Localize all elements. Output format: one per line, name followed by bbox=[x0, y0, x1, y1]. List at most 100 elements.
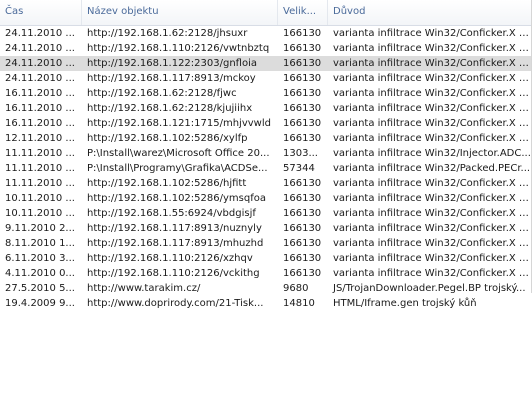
cell-time: 24.11.2010 ... bbox=[5, 73, 75, 84]
cell-time: 11.11.2010 ... bbox=[5, 163, 75, 174]
table-row[interactable]: 6.11.2010 3... http://192.168.1.110:2126/… bbox=[0, 251, 531, 266]
cell-size: 166130 bbox=[283, 103, 322, 114]
cell-object-name: http://192.168.1.117:8913/nuznyly bbox=[87, 223, 262, 234]
cell-size: 166130 bbox=[283, 88, 322, 99]
cell-time: 4.11.2010 0... bbox=[5, 268, 75, 279]
cell-time: 10.11.2010 ... bbox=[5, 193, 75, 204]
cell-size: 166130 bbox=[283, 253, 322, 264]
table-row[interactable]: 11.11.2010 ... P:\Install\warez\Microsoft… bbox=[0, 146, 531, 161]
cell-object-name: http://192.168.1.102:5286/xylfp bbox=[87, 133, 248, 144]
table-row[interactable]: 16.11.2010 ... http://192.168.1.62:2128/f… bbox=[0, 86, 531, 101]
table-row[interactable]: 24.11.2010 ... http://192.168.1.117:8913/… bbox=[0, 71, 531, 86]
cell-time: 11.11.2010 ... bbox=[5, 148, 75, 159]
cell-object-name: http://www.doprirody.com/21-Tisk... bbox=[87, 298, 264, 309]
cell-reason: varianta infiltrace Win32/Conficker.X č.… bbox=[333, 208, 531, 219]
cell-object-name: http://www.tarakim.cz/ bbox=[87, 283, 201, 294]
table-row[interactable]: 4.11.2010 0... http://192.168.1.110:2126/… bbox=[0, 266, 531, 281]
cell-object-name: http://192.168.1.55:6924/vbdgisjf bbox=[87, 208, 256, 219]
cell-size: 166130 bbox=[283, 28, 322, 39]
cell-size: 166130 bbox=[283, 193, 322, 204]
column-header-reason[interactable]: Důvod bbox=[328, 0, 531, 25]
cell-size: 166130 bbox=[283, 223, 322, 234]
cell-time: 16.11.2010 ... bbox=[5, 118, 75, 129]
cell-object-name: http://192.168.1.102:5286/hjfitt bbox=[87, 178, 247, 189]
cell-size: 166130 bbox=[283, 178, 322, 189]
table-row[interactable]: 10.11.2010 ... http://192.168.1.102:5286/… bbox=[0, 191, 531, 206]
cell-reason: varianta infiltrace Win32/Conficker.X č.… bbox=[333, 28, 531, 39]
table-row[interactable]: 27.5.2010 5... http://www.tarakim.cz/9680… bbox=[0, 281, 531, 296]
column-header-size[interactable]: Velik... bbox=[278, 0, 328, 25]
cell-reason: varianta infiltrace Win32/Conficker.X č.… bbox=[333, 178, 531, 189]
cell-object-name: http://192.168.1.121:1715/mhjvvwld bbox=[87, 118, 271, 129]
cell-object-name: http://192.168.1.122:2303/gnfloia bbox=[87, 58, 257, 69]
cell-reason: varianta infiltrace Win32/Conficker.X č.… bbox=[333, 88, 531, 99]
cell-size: 166130 bbox=[283, 238, 322, 249]
cell-time: 24.11.2010 ... bbox=[5, 28, 75, 39]
table-row[interactable]: 12.11.2010 ... http://192.168.1.102:5286/… bbox=[0, 131, 531, 146]
cell-reason: varianta infiltrace Win32/Conficker.X č.… bbox=[333, 103, 531, 114]
cell-object-name: http://192.168.1.62:2128/kjujiihx bbox=[87, 103, 253, 114]
cell-time: 12.11.2010 ... bbox=[5, 133, 75, 144]
cell-object-name: http://192.168.1.117:8913/mckoy bbox=[87, 73, 256, 84]
cell-time: 8.11.2010 1... bbox=[5, 238, 75, 249]
cell-size: 14810 bbox=[283, 298, 315, 309]
cell-object-name: P:\Install\warez\Microsoft Office 20... bbox=[87, 148, 270, 159]
cell-time: 24.11.2010 ... bbox=[5, 43, 75, 54]
table-row[interactable]: 19.4.2009 9... http://www.doprirody.com/2… bbox=[0, 296, 531, 311]
cell-object-name: http://192.168.1.110:2126/vckithg bbox=[87, 268, 260, 279]
cell-size: 57344 bbox=[283, 163, 315, 174]
detected-threats-list[interactable]: Čas Název objektu Velik... Důvod 24.11.2… bbox=[0, 0, 532, 309]
cell-reason: varianta infiltrace Win32/Injector.ADC..… bbox=[333, 148, 531, 159]
table-row[interactable]: 24.11.2010 ... http://192.168.1.62:2128/j… bbox=[0, 26, 531, 41]
cell-reason: varianta infiltrace Win32/Conficker.X č.… bbox=[333, 253, 531, 264]
table-row[interactable]: 11.11.2010 ... P:\Install\Programy\Grafik… bbox=[0, 161, 531, 176]
table-row[interactable]: 16.11.2010 ... http://192.168.1.121:1715/… bbox=[0, 116, 531, 131]
cell-reason: varianta infiltrace Win32/Conficker.X č.… bbox=[333, 43, 531, 54]
cell-object-name: http://192.168.1.110:2126/vwtnbztq bbox=[87, 43, 270, 54]
cell-object-name: P:\Install\Programy\Grafika\ACDSe... bbox=[87, 163, 268, 174]
cell-size: 166130 bbox=[283, 268, 322, 279]
cell-size: 9680 bbox=[283, 283, 309, 294]
cell-reason: varianta infiltrace Win32/Packed.PECr... bbox=[333, 163, 531, 174]
cell-reason: JS/TrojanDownloader.Pegel.BP trojský... bbox=[333, 283, 526, 294]
cell-object-name: http://192.168.1.62:2128/jhsuxr bbox=[87, 28, 248, 39]
table-row[interactable]: 16.11.2010 ... http://192.168.1.62:2128/k… bbox=[0, 101, 531, 116]
cell-reason: varianta infiltrace Win32/Conficker.X č.… bbox=[333, 73, 531, 84]
cell-size: 166130 bbox=[283, 43, 322, 54]
table-row[interactable]: 24.11.2010 ... http://192.168.1.122:2303/… bbox=[0, 56, 531, 71]
cell-time: 24.11.2010 ... bbox=[5, 58, 75, 69]
cell-reason: varianta infiltrace Win32/Conficker.X č.… bbox=[333, 223, 531, 234]
cell-object-name: http://192.168.1.117:8913/mhuzhd bbox=[87, 238, 264, 249]
table-row[interactable]: 9.11.2010 2... http://192.168.1.117:8913/… bbox=[0, 221, 531, 236]
cell-reason: varianta infiltrace Win32/Conficker.X č.… bbox=[333, 238, 531, 249]
cell-object-name: http://192.168.1.102:5286/ymsqfoa bbox=[87, 193, 266, 204]
cell-time: 27.5.2010 5... bbox=[5, 283, 75, 294]
cell-object-name: http://192.168.1.110:2126/xzhqv bbox=[87, 253, 253, 264]
cell-reason: varianta infiltrace Win32/Conficker.X č.… bbox=[333, 193, 531, 204]
cell-reason: varianta infiltrace Win32/Conficker.X č.… bbox=[333, 268, 531, 279]
cell-size: 166130 bbox=[283, 133, 322, 144]
table-row[interactable]: 24.11.2010 ... http://192.168.1.110:2126/… bbox=[0, 41, 531, 56]
cell-time: 19.4.2009 9... bbox=[5, 298, 75, 309]
list-header: Čas Název objektu Velik... Důvod bbox=[0, 0, 531, 26]
cell-time: 10.11.2010 ... bbox=[5, 208, 75, 219]
column-header-time[interactable]: Čas bbox=[0, 0, 82, 25]
cell-size: 1303... bbox=[283, 148, 318, 159]
table-row[interactable]: 8.11.2010 1... http://192.168.1.117:8913/… bbox=[0, 236, 531, 251]
cell-reason: varianta infiltrace Win32/Conficker.X č.… bbox=[333, 133, 531, 144]
column-header-object-name[interactable]: Název objektu bbox=[82, 0, 278, 25]
cell-time: 6.11.2010 3... bbox=[5, 253, 75, 264]
cell-time: 16.11.2010 ... bbox=[5, 88, 75, 99]
cell-reason: varianta infiltrace Win32/Conficker.X č.… bbox=[333, 118, 531, 129]
list-rows: 24.11.2010 ... http://192.168.1.62:2128/j… bbox=[0, 26, 531, 311]
cell-size: 166130 bbox=[283, 73, 322, 84]
cell-object-name: http://192.168.1.62:2128/fjwc bbox=[87, 88, 237, 99]
cell-size: 166130 bbox=[283, 58, 322, 69]
table-row[interactable]: 10.11.2010 ... http://192.168.1.55:6924/v… bbox=[0, 206, 531, 221]
cell-time: 11.11.2010 ... bbox=[5, 178, 75, 189]
table-row[interactable]: 11.11.2010 ... http://192.168.1.102:5286/… bbox=[0, 176, 531, 191]
cell-time: 16.11.2010 ... bbox=[5, 103, 75, 114]
cell-size: 166130 bbox=[283, 118, 322, 129]
cell-reason: varianta infiltrace Win32/Conficker.X č.… bbox=[333, 58, 531, 69]
cell-reason: HTML/Iframe.gen trojský kůň bbox=[333, 298, 477, 309]
